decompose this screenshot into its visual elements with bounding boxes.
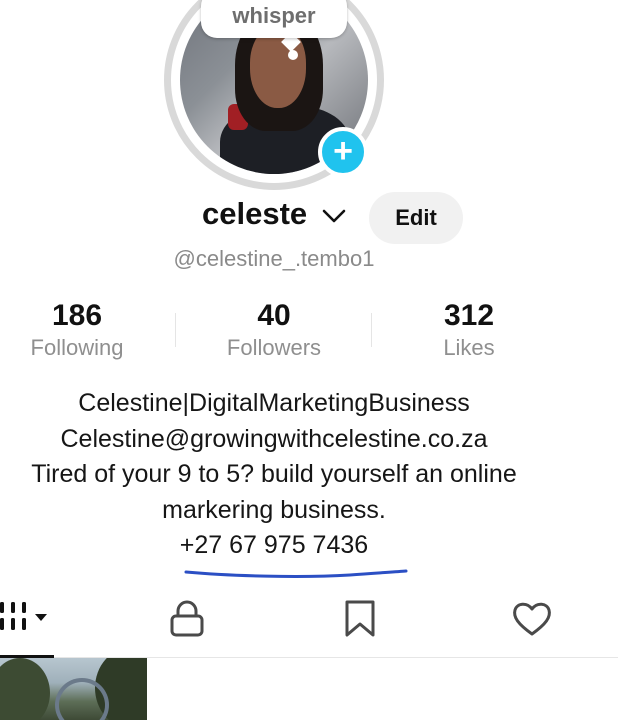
username[interactable]: celeste — [202, 196, 307, 232]
avatar-note-bubble[interactable]: whisper — [201, 0, 347, 38]
bio-line: Celestine|DigitalMarketingBusiness — [78, 389, 470, 417]
stat-divider — [175, 313, 176, 347]
stat-divider — [371, 313, 372, 347]
bubble-dot — [288, 50, 298, 60]
tab-videos[interactable] — [0, 598, 54, 638]
chevron-down-icon[interactable] — [322, 208, 346, 224]
edit-profile-button[interactable]: Edit — [369, 192, 463, 244]
stat-followers[interactable]: 40 Followers — [199, 298, 349, 362]
tab-liked[interactable] — [510, 598, 554, 640]
bio-email[interactable]: Celestine@growingwithcelestine.co.za — [0, 422, 564, 458]
stat-following[interactable]: 186 Following — [2, 298, 152, 362]
tab-saved[interactable] — [340, 598, 380, 640]
add-story-button[interactable]: + — [318, 127, 368, 177]
lock-icon — [170, 600, 204, 637]
video-thumbnail[interactable] — [0, 658, 147, 720]
stat-likes-label: Likes — [443, 335, 495, 360]
stat-following-value: 186 — [51, 299, 103, 332]
bio-phone[interactable]: +27 67 975 7436 — [0, 528, 564, 564]
grid-icon — [0, 602, 47, 630]
stat-followers-value: 40 — [257, 299, 291, 332]
tab-private[interactable] — [166, 598, 208, 640]
stat-following-label: Following — [30, 335, 124, 360]
stat-followers-label: Followers — [226, 335, 322, 360]
bookmark-icon — [345, 600, 375, 637]
user-handle: @celestine_.tembo1 — [173, 246, 375, 271]
bio-line: Tired of your 9 to 5? build yourself an … — [31, 460, 517, 488]
phone-underline-mark — [184, 569, 408, 578]
profile-bio: Celestine|DigitalMarketingBusiness Celes… — [0, 386, 564, 564]
heart-icon — [513, 602, 551, 636]
plus-icon: + — [333, 132, 353, 170]
stat-likes[interactable]: 312 Likes — [394, 298, 544, 362]
stat-likes-value: 312 — [443, 299, 495, 332]
bio-line: markering business. — [162, 495, 386, 524]
